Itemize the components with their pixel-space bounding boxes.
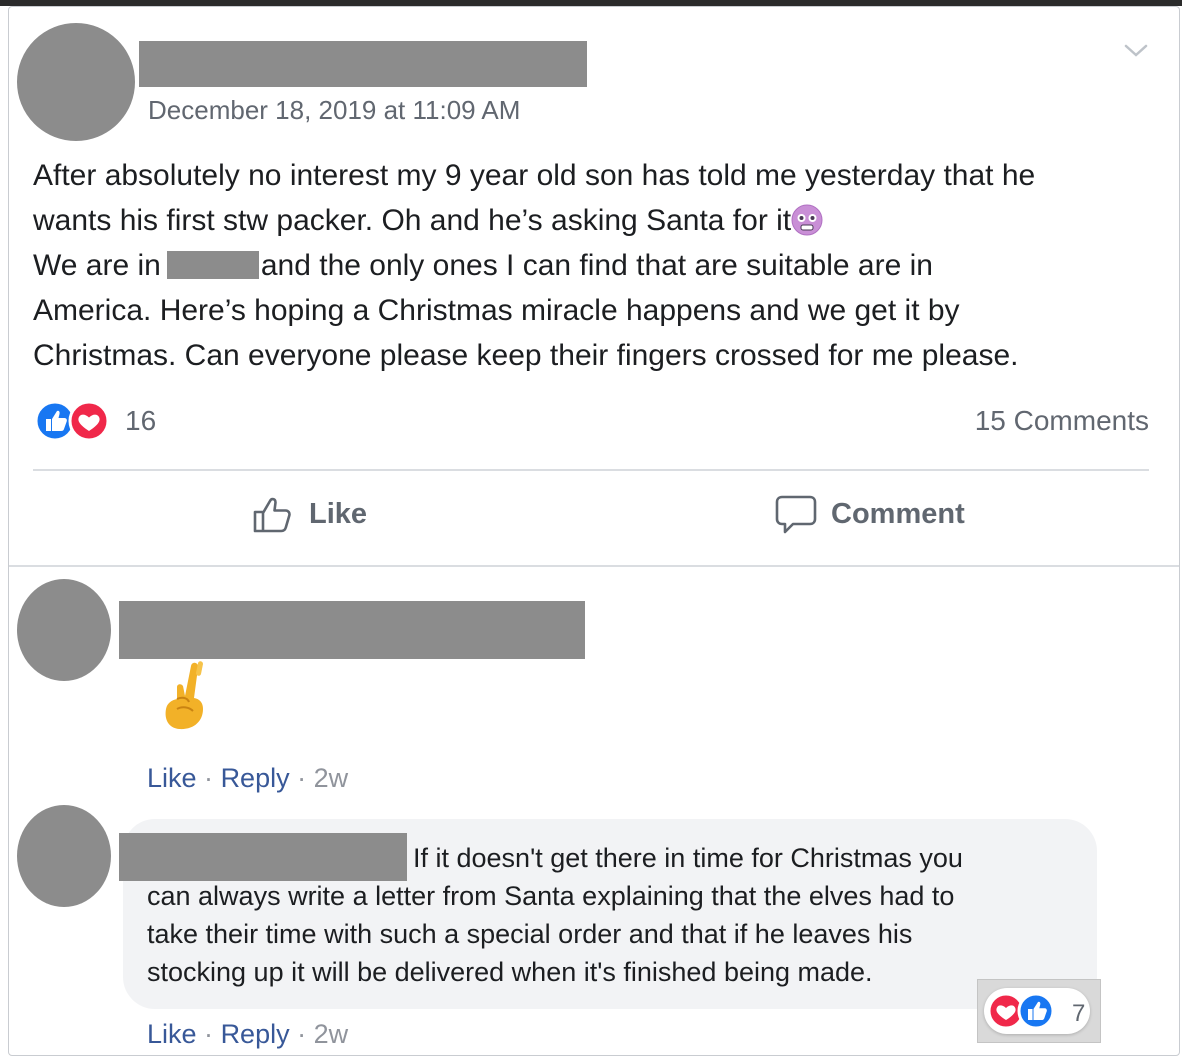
post-timestamp[interactable]: December 18, 2019 at 11:09 AM bbox=[148, 95, 520, 126]
post-text-line: We are in and the only ones I can find th… bbox=[33, 249, 933, 282]
comments-count-link[interactable]: 15 Comments bbox=[975, 405, 1149, 437]
flushed-face-emoji-icon bbox=[791, 204, 823, 236]
comment-actions: Like · Reply · 2w bbox=[147, 1019, 349, 1049]
comment-text: If it doesn't get there in time for Chri… bbox=[147, 843, 963, 987]
commenter-name-redacted[interactable] bbox=[119, 601, 585, 659]
crossed-fingers-emoji-icon bbox=[157, 657, 217, 737]
comment-bubble-icon bbox=[775, 495, 817, 534]
reactions-summary[interactable]: 16 bbox=[33, 400, 156, 442]
thumbs-up-icon bbox=[253, 497, 291, 533]
author-avatar[interactable] bbox=[11, 17, 141, 147]
author-name-redacted[interactable] bbox=[139, 41, 587, 87]
post-text-line: America. Here’s hoping a Christmas mirac… bbox=[33, 294, 960, 327]
comment-reaction-count: 7 bbox=[1072, 1000, 1086, 1027]
post-card: December 18, 2019 at 11:09 AM After abso… bbox=[8, 6, 1180, 1056]
commenter-avatar[interactable] bbox=[17, 579, 111, 681]
post-text-line: wants his first stw packer. Oh and he’s … bbox=[33, 198, 1163, 243]
like-reaction-icon bbox=[34, 400, 110, 442]
comment-like-link[interactable]: Like bbox=[147, 1019, 197, 1049]
like-button-label: Like bbox=[309, 497, 368, 530]
post-text-line: After absolutely no interest my 9 year o… bbox=[33, 159, 1036, 192]
comment-reactions-pill: 7 bbox=[984, 988, 1090, 1034]
comment-reply-link[interactable]: Reply bbox=[221, 1019, 290, 1049]
comment-reactions[interactable]: 7 bbox=[977, 979, 1101, 1043]
divider bbox=[9, 565, 1179, 567]
comment-button[interactable]: Comment bbox=[775, 493, 965, 535]
comment-age[interactable]: 2w bbox=[314, 1019, 349, 1049]
chevron-down-icon[interactable] bbox=[1123, 41, 1149, 61]
love-and-like-reaction-icon bbox=[987, 992, 1055, 1030]
reaction-icons bbox=[33, 400, 121, 442]
comment-button-label: Comment bbox=[831, 497, 965, 530]
divider bbox=[33, 469, 1149, 471]
post-text: After absolutely no interest my 9 year o… bbox=[33, 153, 1163, 378]
commenter-avatar[interactable] bbox=[17, 805, 111, 907]
like-button[interactable]: Like bbox=[251, 493, 367, 535]
comment-reply-link[interactable]: Reply bbox=[221, 763, 290, 793]
post-text-line: Christmas. Can everyone please keep thei… bbox=[33, 339, 1019, 372]
comment-age[interactable]: 2w bbox=[314, 763, 349, 793]
comment-actions: Like · Reply · 2w bbox=[147, 763, 349, 793]
reaction-count: 16 bbox=[125, 405, 157, 436]
location-redacted bbox=[166, 251, 259, 279]
comment-like-link[interactable]: Like bbox=[147, 763, 197, 793]
